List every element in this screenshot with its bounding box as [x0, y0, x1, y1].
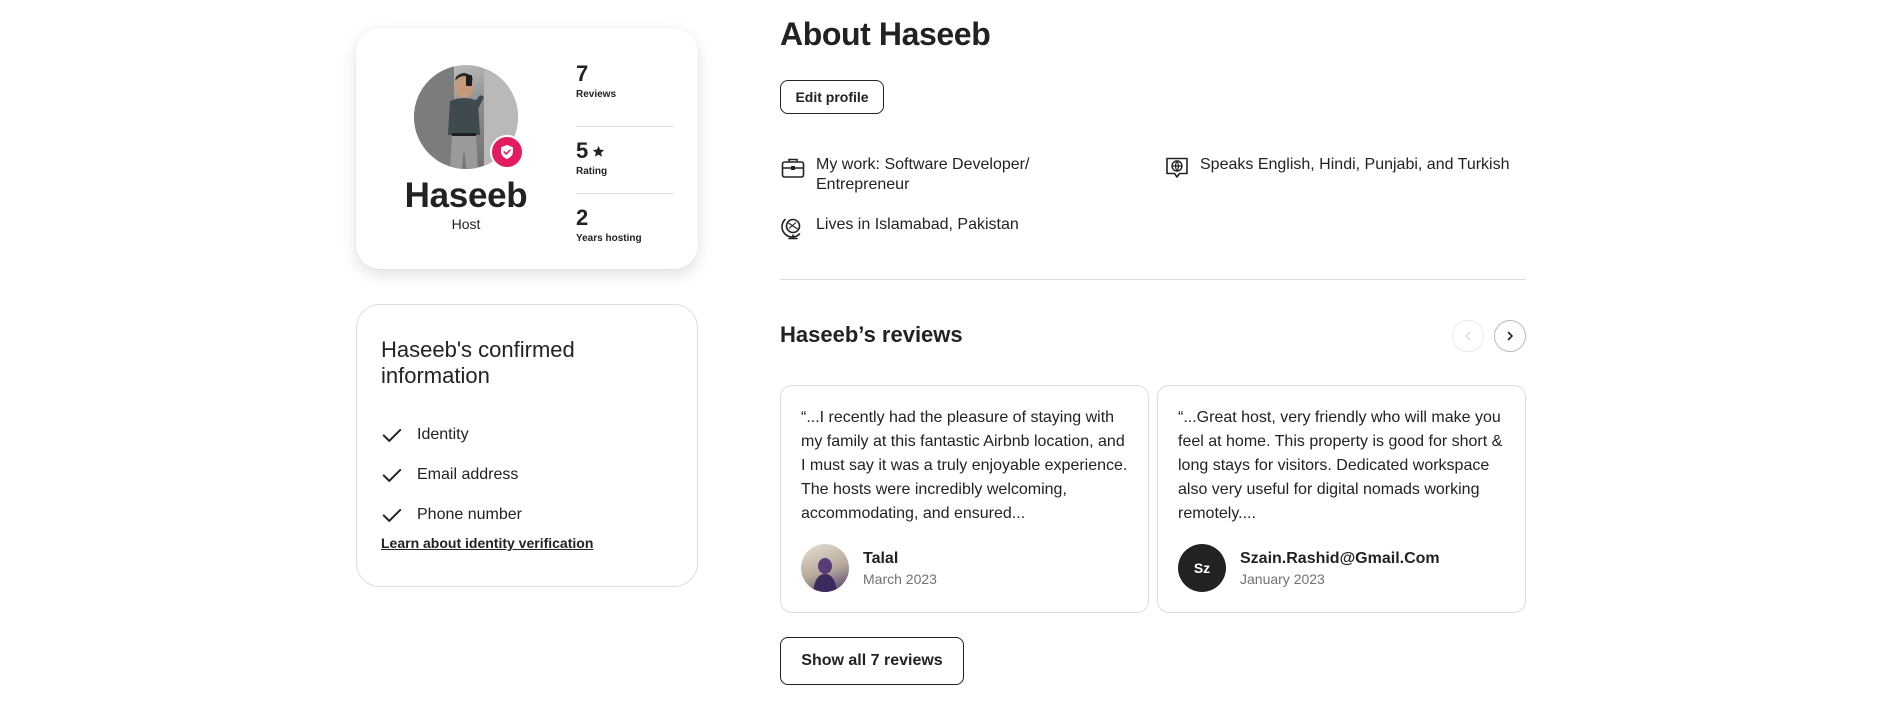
- review-card[interactable]: “...I recently had the pleasure of stayi…: [780, 385, 1149, 613]
- stat-years-value: 2: [576, 205, 589, 230]
- stat-years-hosting: 2 Years hosting: [576, 194, 673, 261]
- chevron-left-icon: [1465, 331, 1471, 341]
- reviewer-name: Talal: [863, 549, 899, 567]
- reviewer-photo: [813, 558, 837, 592]
- briefcase-icon: [781, 158, 805, 178]
- info-work-text: My work: Software Developer/ Entrepreneu…: [816, 156, 1030, 193]
- review-text: “...I recently had the pleasure of stayi…: [801, 409, 1128, 522]
- learn-identity-verification-link[interactable]: Learn about identity verification: [381, 535, 593, 551]
- chevron-right-icon: [1507, 331, 1513, 341]
- reviewer-avatar[interactable]: [801, 544, 849, 592]
- stat-rating-value: 5: [576, 138, 589, 163]
- host-role: Host: [451, 216, 481, 232]
- host-stats: 7 Reviews 5 Rating 2 Years hosting: [576, 60, 673, 261]
- reviewer-avatar[interactable]: Sz: [1178, 544, 1226, 592]
- verified-badge: [490, 135, 524, 169]
- stat-rating-label: Rating: [576, 166, 608, 177]
- confirmed-info-list: Identity Email address Phone number: [381, 415, 522, 535]
- stat-reviews-value: 7: [576, 61, 589, 86]
- confirmed-item-label: Phone number: [417, 506, 522, 523]
- review-date: January 2023: [1240, 570, 1325, 587]
- stat-reviews: 7 Reviews: [576, 60, 673, 127]
- edit-profile-button[interactable]: Edit profile: [780, 80, 884, 114]
- host-name: Haseeb: [404, 176, 528, 215]
- info-lives: Lives in Islamabad, Pakistan: [780, 215, 1019, 241]
- reviews-next-button[interactable]: [1494, 320, 1526, 352]
- confirmed-item-email: Email address: [381, 455, 522, 495]
- stat-reviews-label: Reviews: [576, 89, 617, 100]
- info-work: My work: Software Developer/ Entrepreneu…: [780, 155, 1080, 195]
- info-languages: Speaks English, Hindi, Punjabi, and Turk…: [1164, 155, 1544, 181]
- info-lives-text: Lives in Islamabad, Pakistan: [816, 216, 1019, 233]
- section-divider: [780, 279, 1526, 280]
- stat-years-label: Years hosting: [576, 233, 642, 244]
- confirmed-item-label: Email address: [417, 466, 519, 483]
- check-icon: [382, 468, 402, 482]
- host-profile-card: Haseeb Host 7 Reviews 5 Rating 2 Years h…: [356, 28, 698, 269]
- globe-stand-icon: [781, 218, 801, 240]
- reviews-title: Haseeb’s reviews: [780, 322, 963, 347]
- info-languages-text: Speaks English, Hindi, Punjabi, and Turk…: [1200, 156, 1510, 173]
- reviewer: Sz Szain.Rashid@Gmail.Com January 2023: [1178, 544, 1440, 592]
- page-title: About Haseeb: [780, 16, 991, 52]
- review-text: “...Great host, very friendly who will m…: [1178, 409, 1503, 522]
- confirmed-item-label: Identity: [417, 426, 469, 443]
- review-date: March 2023: [863, 570, 937, 587]
- stat-rating: 5 Rating: [576, 127, 673, 194]
- confirmed-item-identity: Identity: [381, 415, 522, 455]
- show-all-reviews-button[interactable]: Show all 7 reviews: [780, 637, 964, 685]
- reviews-prev-button[interactable]: [1452, 320, 1484, 352]
- check-icon: [382, 508, 402, 522]
- confirmed-info-title: Haseeb's confirmed information: [381, 337, 575, 388]
- star-icon: [593, 145, 605, 157]
- speech-globe-icon: [1166, 157, 1188, 178]
- confirmed-item-phone: Phone number: [381, 495, 522, 535]
- reviewer-name: Szain.Rashid@Gmail.Com: [1240, 549, 1440, 567]
- confirmed-info-card: Haseeb's confirmed information Identity …: [356, 304, 698, 587]
- review-card[interactable]: “...Great host, very friendly who will m…: [1157, 385, 1526, 613]
- shield-check-icon: [501, 145, 513, 159]
- check-icon: [382, 428, 402, 442]
- reviewer: Talal March 2023: [801, 544, 937, 592]
- host-avatar-wrap: [414, 65, 524, 169]
